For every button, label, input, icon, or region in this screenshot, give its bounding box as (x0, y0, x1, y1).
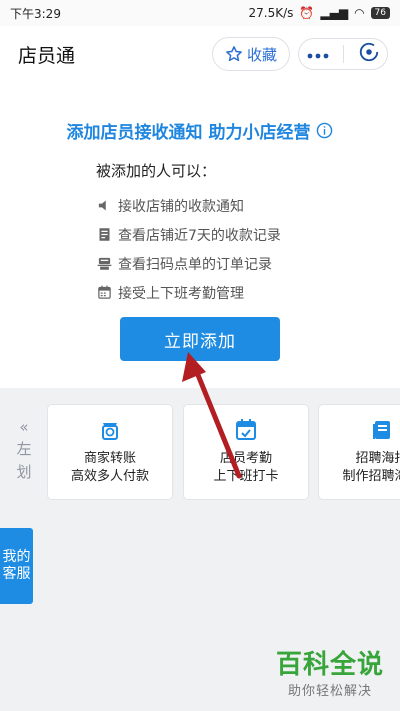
nav-actions: 收藏 (211, 37, 388, 71)
add-staff-button[interactable]: 立即添加 (120, 317, 280, 361)
feature-cards-strip[interactable]: « 左 划 商家转账 高效多人付款 店员考勤 上下班打卡 招聘海报 制作招聘海报 (0, 388, 400, 528)
feature-item: 查看店铺近7天的收款记录 (96, 220, 356, 249)
swipe-hint-line2: 划 (16, 463, 32, 481)
headline: 添加店员接收通知 助力小店经营 (0, 118, 400, 143)
star-icon (226, 46, 242, 62)
nav-bar: 店员通 收藏 (0, 26, 400, 82)
attendance-icon (236, 419, 256, 440)
watermark-logo-text: 百科全说 (275, 650, 384, 680)
customer-service-tab[interactable]: 我的 客服 (0, 528, 33, 604)
feature-list-title: 被添加的人可以： (96, 162, 217, 180)
network-speed: 27.5K/s (248, 6, 294, 20)
signal-icon: ▂▄▆ (320, 6, 349, 20)
card-subtitle: 上下班打卡 (213, 469, 279, 484)
status-indicators: 27.5K/s ⏰ ▂▄▆ ◠ 76 (249, 6, 390, 20)
page-title: 店员通 (18, 44, 76, 67)
card-recruit-content: 招聘海报 制作招聘海报 (319, 418, 400, 486)
watermark-slogan: 助你轻松解决 (287, 684, 372, 699)
calendar-icon (96, 285, 112, 301)
capsule-divider (343, 45, 345, 63)
info-icon[interactable] (316, 122, 333, 139)
transfer-icon (102, 423, 118, 440)
miniprogram-capsule (298, 38, 388, 70)
ellipsis-icon[interactable] (306, 45, 330, 64)
headline-text: 添加店员接收通知 助力小店经营 (66, 123, 311, 143)
card-title: 商家转账 (83, 451, 136, 466)
alarm-icon: ⏰ (299, 6, 315, 20)
card-title: 店员考勤 (219, 451, 272, 466)
status-time: 下午3:29 (10, 6, 61, 21)
service-tab-line2: 客服 (2, 566, 31, 582)
feature-item: 接收店铺的收款通知 (96, 191, 356, 220)
close-circle-icon[interactable] (358, 41, 380, 67)
watermark: 百科全说 助你轻松解决 (276, 650, 384, 699)
status-bar: 下午3:29 27.5K/s ⏰ ▂▄▆ ◠ 76 (0, 0, 400, 26)
feature-list: 被添加的人可以： 接收店铺的收款通知 查看店铺近7天的收款记录 查看扫码点单的订… (96, 160, 356, 307)
recruit-icon (372, 421, 390, 439)
wifi-icon: ◠ (354, 6, 365, 20)
battery-icon: 76 (370, 7, 390, 19)
card-subtitle: 制作招聘海报 (342, 469, 400, 484)
favorite-button[interactable]: 收藏 (211, 37, 290, 71)
receipt-icon (96, 227, 112, 243)
speaker-icon (96, 198, 112, 214)
card-subtitle: 高效多人付款 (70, 469, 149, 484)
feature-item: 接受上下班考勤管理 (96, 278, 356, 307)
swipe-left-hint: « 左 划 (14, 418, 34, 482)
feature-text: 查看店铺近7天的收款记录 (118, 227, 281, 244)
card-recruit-poster[interactable]: 招聘海报 制作招聘海报 (318, 404, 400, 500)
feature-text: 接收店铺的收款通知 (118, 198, 244, 215)
favorite-label: 收藏 (246, 45, 277, 64)
feature-item: 查看扫码点单的订单记录 (96, 249, 356, 278)
scan-icon (96, 256, 112, 272)
card-title: 招聘海报 (355, 451, 400, 466)
card-merchant-transfer[interactable]: 商家转账 高效多人付款 (47, 404, 173, 500)
service-tab-line1: 我的 (2, 549, 31, 565)
main-panel: 添加店员接收通知 助力小店经营 被添加的人可以： 接收店铺的收款通知 查看店铺近… (0, 82, 400, 388)
feature-text: 接受上下班考勤管理 (118, 285, 244, 302)
double-chevron-left-icon: « (19, 418, 29, 436)
card-staff-attendance[interactable]: 店员考勤 上下班打卡 (183, 404, 309, 500)
swipe-hint-line1: 左 (16, 440, 32, 458)
feature-text: 查看扫码点单的订单记录 (118, 256, 272, 273)
